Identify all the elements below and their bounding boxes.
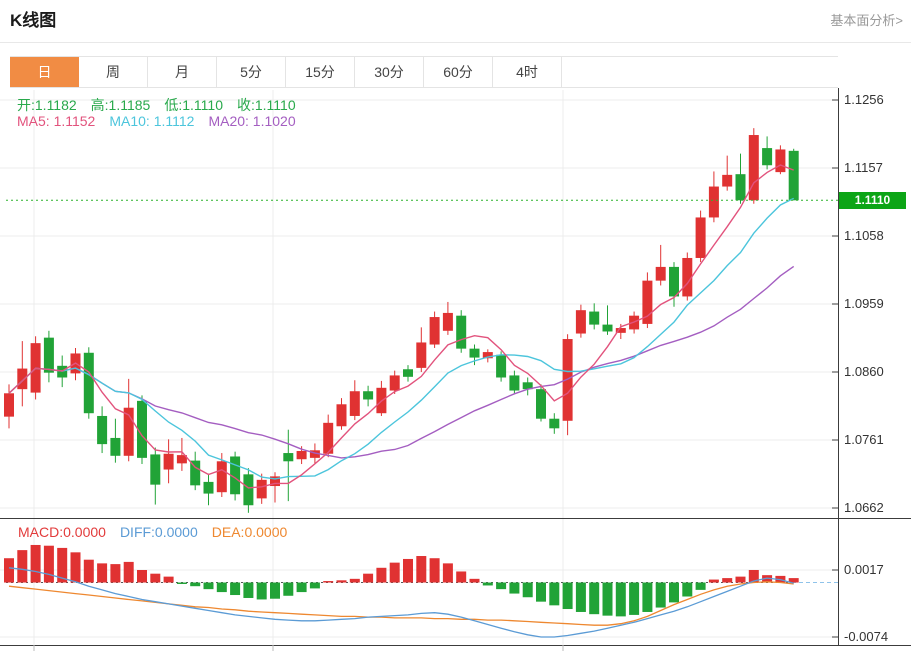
price-tick-1.0761: 1.0761 [844, 432, 884, 447]
price-tick-1.1157: 1.1157 [844, 160, 883, 175]
price-tick-1.1058: 1.1058 [844, 228, 884, 243]
kline-chart-app: K线图 基本面分析> 日周月5分15分30分60分4时 开:1.1182高:1.… [0, 0, 911, 654]
price-tick-1.0662: 1.0662 [844, 500, 884, 515]
price-tick-1.0860: 1.0860 [844, 364, 884, 379]
legend-ohlc-low: 低:1.1110 [164, 97, 223, 113]
current-price-tag: 1.1110 [839, 192, 906, 209]
legend-macd-macd: MACD:0.0000 [18, 524, 106, 540]
ohlc-legend: 开:1.1182 高:1.1185 低:1.1110 收:1.1110 [17, 95, 310, 115]
legend-ma-ma5: MA5: 1.1152 [17, 113, 95, 129]
legend-macd-diff: DIFF:0.0000 [120, 524, 198, 540]
legend-ma-ma20: MA20: 1.1020 [208, 113, 295, 129]
legend-macd-dea: DEA:0.0000 [212, 524, 288, 540]
legend-ma-ma10: MA10: 1.1112 [109, 113, 194, 129]
legend-ohlc-high: 高:1.1185 [91, 97, 151, 113]
legend-ohlc-close: 收:1.1110 [237, 97, 296, 113]
macd-tick-0.0017: 0.0017 [844, 562, 884, 577]
candlestick-series [4, 128, 799, 513]
price-tick-1.1256: 1.1256 [844, 92, 884, 107]
macd-legend: MACD:0.0000 DIFF:0.0000 DEA:0.0000 [18, 524, 301, 540]
macd-tick--0.0074: -0.0074 [844, 629, 888, 644]
macd-pane [4, 545, 838, 637]
ma-legend: MA5: 1.1152 MA10: 1.1112 MA20: 1.1020 [17, 113, 310, 129]
price-tick-1.0959: 1.0959 [844, 296, 884, 311]
legend-ohlc-open: 开:1.1182 [17, 97, 77, 113]
